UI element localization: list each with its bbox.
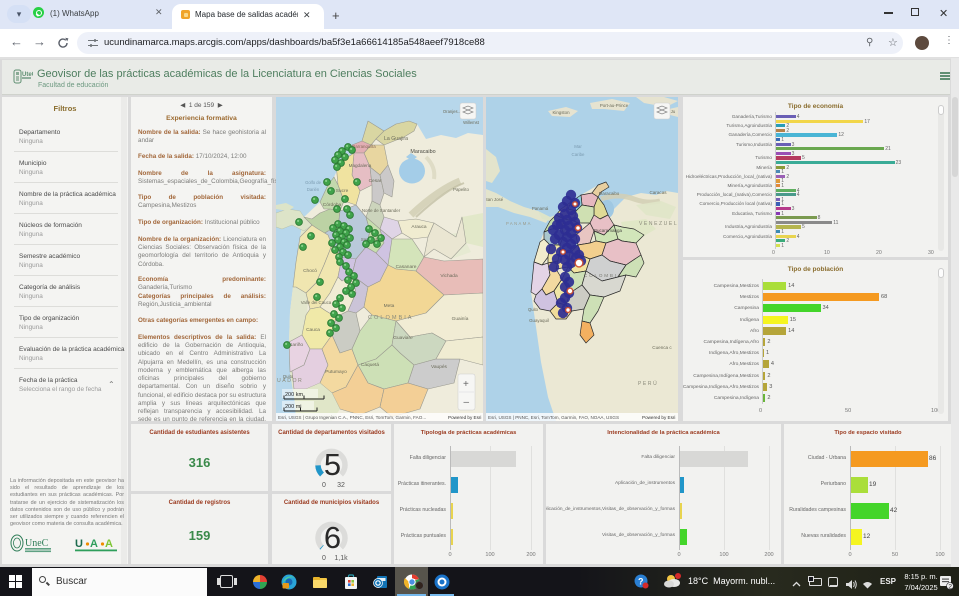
svg-text:Magdalena: Magdalena [349, 163, 372, 168]
svg-text:Caquetá: Caquetá [361, 362, 379, 368]
svg-text:Vaupés: Vaupés [431, 364, 448, 370]
svg-text:Putumayo: Putumayo [325, 369, 347, 375]
svg-text:+: + [463, 379, 469, 390]
svg-text:Mar: Mar [574, 144, 582, 149]
svg-text:Casanare: Casanare [396, 264, 417, 270]
svg-text:Arauca: Arauca [411, 224, 427, 230]
svg-text:Caribe: Caribe [572, 152, 585, 157]
svg-text:Port-au-Prince: Port-au-Prince [600, 103, 629, 108]
svg-text:PANAMA: PANAMA [506, 221, 532, 226]
svg-text:Meta: Meta [384, 303, 395, 309]
svg-text:Willemst: Willemst [463, 120, 480, 125]
svg-text:1,1k: 1,1k [334, 555, 348, 562]
svg-text:U: U [75, 538, 83, 550]
svg-text:Maracaibo: Maracaibo [410, 149, 435, 155]
svg-text:32: 32 [337, 482, 345, 489]
svg-text:2: 2 [948, 584, 952, 590]
svg-text:Ju: Ju [671, 109, 676, 114]
svg-text:Vichada: Vichada [440, 273, 458, 279]
svg-text:Darién: Darién [307, 187, 320, 192]
svg-text:Sucre: Sucre [336, 188, 349, 194]
svg-text:Esri, USGS | Grupo Ingenian C.: Esri, USGS | Grupo Ingenian C.A., PNNC, … [278, 415, 426, 420]
svg-text:Quito: Quito [528, 307, 539, 312]
svg-text:6: 6 [324, 520, 341, 555]
svg-text:VENEZUELA: VENEZUELA [639, 221, 678, 227]
svg-text:UneC: UneC [25, 538, 49, 549]
svg-text:Guaviare: Guaviare [393, 335, 413, 341]
svg-text:Barranquilla: Barranquilla [352, 144, 376, 149]
svg-text:0: 0 [322, 482, 326, 489]
svg-text:Panamá: Panamá [532, 206, 549, 211]
svg-text:Maracaibo: Maracaibo [599, 191, 620, 196]
svg-text:Guayaquil: Guayaquil [529, 318, 549, 323]
svg-text:COLOMBIA: COLOMBIA [584, 273, 623, 278]
svg-text:–: – [464, 397, 470, 408]
svg-text:200 mi: 200 mi [285, 404, 302, 410]
svg-text:Oranjes...: Oranjes... [443, 109, 461, 114]
svg-text:Chocó: Chocó [303, 268, 317, 274]
svg-text:Nariño: Nariño [289, 342, 303, 348]
svg-text:0: 0 [322, 555, 326, 562]
svg-text:Cauca: Cauca [306, 327, 320, 333]
svg-text:A: A [105, 538, 113, 550]
svg-text:Cuenca c: Cuenca c [652, 345, 672, 350]
svg-text:Norte de Santander: Norte de Santander [362, 208, 401, 213]
svg-text:PERÚ: PERÚ [638, 380, 658, 387]
svg-text:Bucaramanga: Bucaramanga [594, 228, 623, 233]
svg-text:200 km: 200 km [285, 392, 303, 398]
svg-text:San José: San José [486, 197, 504, 202]
svg-text:Powered by Esri: Powered by Esri [448, 415, 481, 420]
svg-text:Papelito: Papelito [453, 187, 469, 192]
svg-text:La Guajira: La Guajira [384, 136, 408, 142]
svg-text:A: A [90, 538, 98, 550]
svg-text:Powered by Esri: Powered by Esri [642, 415, 675, 420]
svg-text:Golfo de: Golfo de [305, 180, 322, 185]
svg-text:Cesar: Cesar [369, 178, 382, 184]
svg-text:Caracas: Caracas [649, 190, 667, 195]
svg-text:Guainía: Guainía [452, 316, 469, 322]
svg-text:5: 5 [324, 447, 341, 482]
svg-text:COLOMBIA: COLOMBIA [368, 315, 414, 321]
svg-text:Esri, USGS | PNNC, Esri, TomTo: Esri, USGS | PNNC, Esri, TomTom, Garmin,… [488, 415, 619, 420]
svg-text:Kingston: Kingston [552, 110, 570, 115]
svg-text:UADOR: UADOR [277, 378, 303, 384]
